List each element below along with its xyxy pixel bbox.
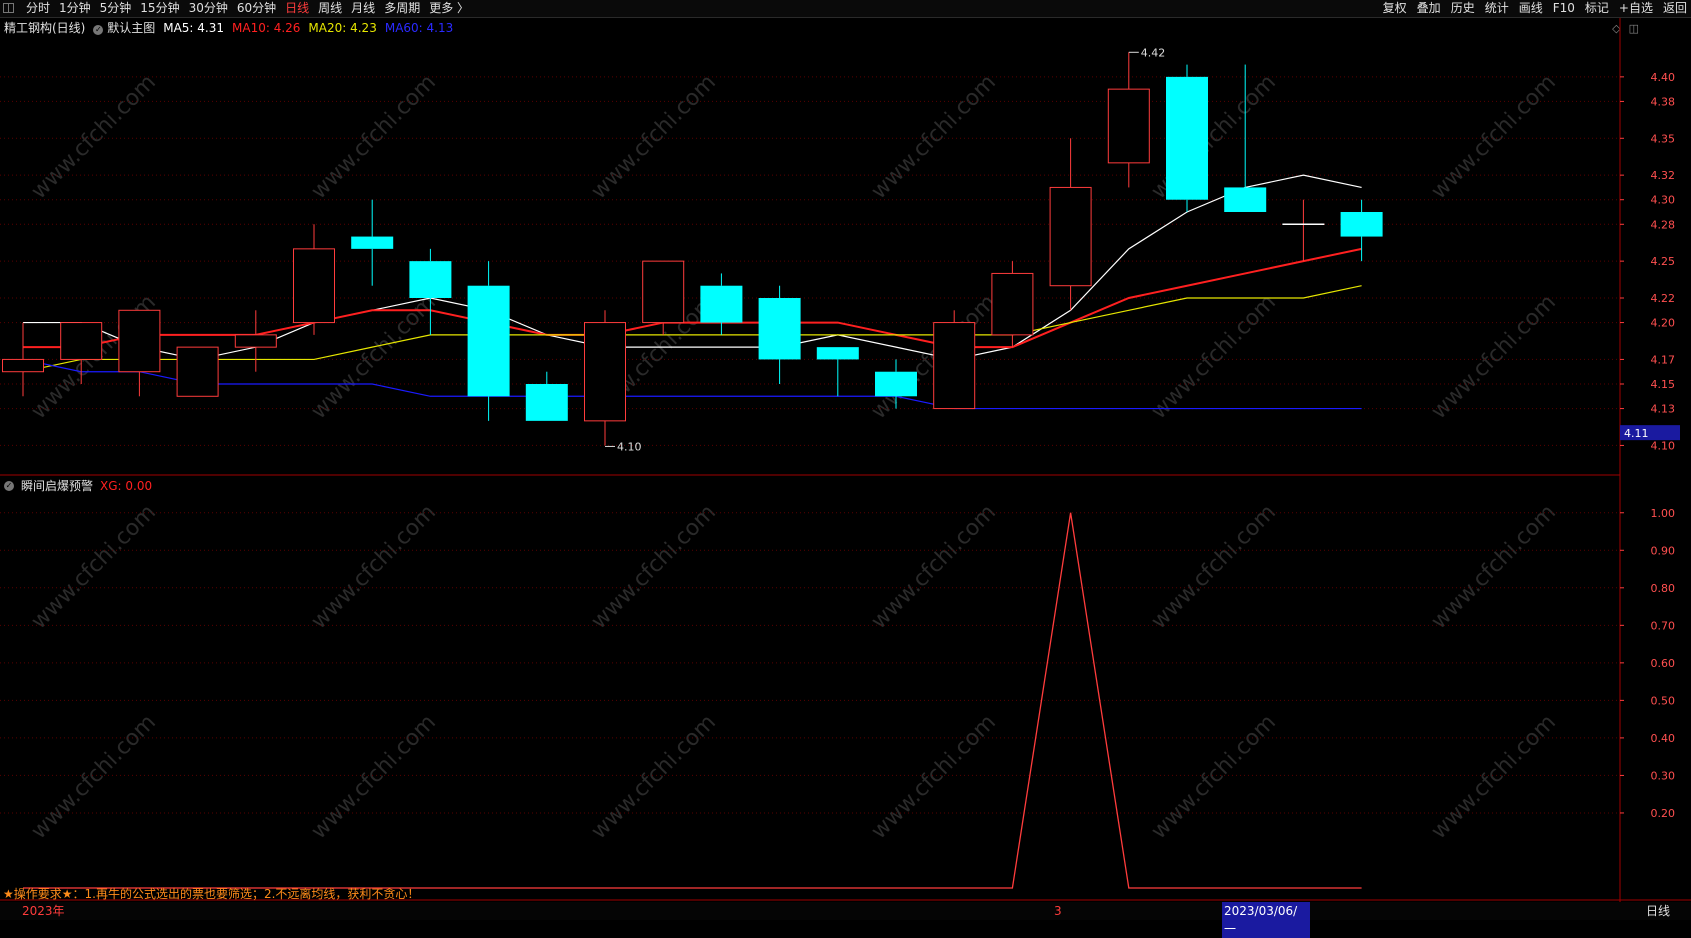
candle-body-7 (409, 261, 452, 298)
price-tick-1: 4.13 (1651, 403, 1676, 416)
watermark-text-19: www.cfchi.com (307, 710, 441, 844)
candle-body-3 (176, 346, 219, 397)
candle-9 (525, 371, 568, 421)
candle-body-1 (60, 322, 103, 360)
candle-body-5 (293, 248, 335, 324)
watermark-text-1: www.cfchi.com (307, 70, 441, 204)
candle-body-23 (1340, 212, 1383, 237)
candle-body-17 (991, 272, 1034, 336)
candle-6 (351, 199, 394, 286)
candle-17 (991, 261, 1034, 348)
candle-body-10 (584, 322, 626, 422)
candle-body-4 (234, 334, 277, 348)
price-axis: 4.10 4.13 4.15 4.17 4.20 4.22 4.25 4.28 4.30 4.32… (1620, 71, 1675, 820)
time-axis-bar: 2023年 3 2023/03/06/一 日线 (0, 902, 1691, 938)
price-tick-6: 4.25 (1651, 255, 1676, 268)
candle-body-15 (875, 371, 917, 397)
candle-body-2 (118, 309, 161, 373)
ind-tick-2: 0.40 (1651, 732, 1676, 745)
cursor-date: 2023/03/06/一 (1222, 902, 1310, 938)
candle-body-9 (525, 384, 568, 421)
candle-10 (584, 310, 626, 446)
candle-22 (1282, 199, 1325, 262)
ind-tick-8: 1.00 (1651, 507, 1676, 520)
watermark-text-13: www.cfchi.com (307, 500, 441, 634)
price-tick-5: 4.22 (1651, 292, 1676, 305)
candle-8 (467, 261, 510, 421)
watermark-text-12: www.cfchi.com (27, 500, 161, 634)
candle-19 (1107, 52, 1150, 188)
operation-notice: ★操作要求★：1.再牛的公式选出的票也要筛选；2.不远离均线，获利不贪心！ (3, 887, 420, 901)
price-tick-12: 4.40 (1651, 71, 1676, 84)
watermark-text-5: www.cfchi.com (1427, 70, 1561, 204)
watermark-text-3: www.cfchi.com (867, 70, 1001, 204)
candle-16 (933, 310, 976, 410)
candle-body-8 (467, 285, 510, 397)
watermark-text-2: www.cfchi.com (587, 70, 721, 204)
price-tick-10: 4.35 (1651, 132, 1676, 145)
candle-5 (293, 224, 335, 335)
watermark-text-23: www.cfchi.com (1427, 710, 1561, 844)
low-label: 4.10 (617, 440, 642, 453)
ind-tick-4: 0.60 (1651, 657, 1676, 670)
candle-20 (1166, 64, 1208, 212)
period-indicator[interactable]: 日线 (1646, 902, 1670, 920)
candle-body-13 (758, 298, 801, 360)
grid-lines (0, 18, 1691, 902)
year-label: 2023年 (22, 904, 65, 918)
chart-area[interactable]: www.cfchi.com www.cfchi.com www.cfchi.com w… (0, 0, 1691, 920)
price-tick-7: 4.28 (1651, 218, 1676, 231)
price-tick-8: 4.30 (1651, 194, 1676, 207)
high-label: 4.42 (1141, 46, 1166, 59)
candle-body-0 (2, 358, 44, 373)
candle-2 (118, 309, 161, 397)
ind-tick-6: 0.80 (1651, 582, 1676, 595)
candle-13 (758, 285, 801, 384)
candle-18 (1049, 138, 1092, 311)
month-marker: 3 (1054, 904, 1062, 918)
candle-14 (816, 347, 859, 397)
watermark-text-15: www.cfchi.com (867, 500, 1001, 634)
candle-body-14 (816, 347, 859, 360)
candle-body-19 (1107, 88, 1150, 164)
price-tag-label: 4.11 (1624, 427, 1649, 440)
candle-4 (234, 310, 277, 372)
watermark-text-14: www.cfchi.com (587, 500, 721, 634)
ind-tick-0: 0.20 (1651, 807, 1676, 820)
candle-12 (700, 273, 743, 335)
ind-tick-7: 0.90 (1651, 544, 1676, 557)
candle-body-12 (700, 285, 743, 323)
watermark-text-18: www.cfchi.com (27, 710, 161, 844)
candle-body-6 (351, 236, 394, 249)
price-tick-11: 4.38 (1651, 95, 1676, 108)
price-tick-2: 4.15 (1651, 378, 1676, 391)
watermark-layer: www.cfchi.com www.cfchi.com www.cfchi.com w… (27, 70, 1561, 844)
watermark-text-11: www.cfchi.com (1427, 290, 1561, 424)
watermark-text-20: www.cfchi.com (587, 710, 721, 844)
candle-body-16 (933, 322, 976, 410)
watermark-text-0: www.cfchi.com (27, 70, 161, 204)
ind-tick-3: 0.50 (1651, 694, 1676, 707)
candle-body-20 (1166, 76, 1208, 200)
watermark-text-16: www.cfchi.com (1147, 500, 1281, 634)
price-tick-9: 4.32 (1651, 169, 1676, 182)
candle-3 (176, 346, 219, 397)
candle-body-11 (642, 260, 685, 324)
candle-0 (2, 322, 44, 397)
watermark-text-17: www.cfchi.com (1427, 500, 1561, 634)
ind-tick-1: 0.30 (1651, 769, 1676, 782)
price-tick-0: 4.10 (1651, 439, 1676, 452)
ind-tick-5: 0.70 (1651, 619, 1676, 632)
candle-body-21 (1224, 187, 1267, 212)
watermark-text-21: www.cfchi.com (867, 710, 1001, 844)
watermark-text-10: www.cfchi.com (1147, 290, 1281, 424)
moving-average-lines (22, 174, 1362, 410)
price-tick-4: 4.20 (1651, 317, 1676, 330)
watermark-text-22: www.cfchi.com (1147, 710, 1281, 844)
candle-body-18 (1049, 186, 1092, 287)
price-tick-3: 4.17 (1651, 353, 1676, 366)
